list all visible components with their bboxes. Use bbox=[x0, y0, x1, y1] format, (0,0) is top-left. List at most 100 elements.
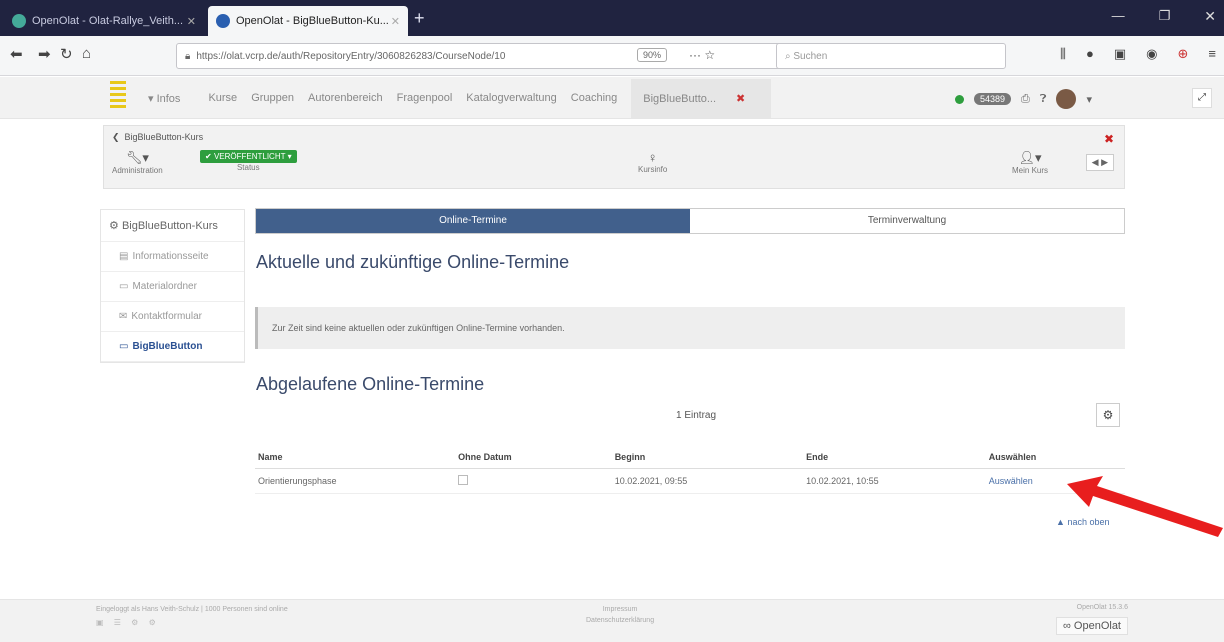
nav-gruppen[interactable]: Gruppen bbox=[251, 92, 294, 104]
nav-katalogverwaltung[interactable]: Katalogverwaltung bbox=[466, 92, 557, 104]
column-header-ende[interactable]: Ende bbox=[803, 446, 986, 469]
help-icon[interactable]: ❓︎ bbox=[1040, 93, 1047, 106]
extension-icon[interactable]: ● bbox=[1086, 46, 1094, 62]
library-icon[interactable]: ⫼ bbox=[1060, 46, 1066, 62]
annotation-arrow-icon bbox=[1067, 476, 1223, 537]
column-header-name[interactable]: Name bbox=[255, 446, 456, 469]
cell-beginn: 10.02.2021, 09:55 bbox=[611, 468, 804, 494]
cell-name: Orientierungsphase bbox=[255, 468, 456, 494]
back-arrow-icon[interactable]: ⬅ bbox=[10, 45, 23, 63]
address-bar[interactable]: 🔒︎ https://olat.vcrp.de/auth/RepositoryE… bbox=[176, 43, 826, 69]
account-icon[interactable]: ◉ bbox=[1146, 46, 1157, 62]
browser-tab-active[interactable]: OpenOlat - BigBlueButton-Ku... ✕ bbox=[208, 6, 408, 36]
browser-tab-bar: OpenOlat - Olat-Rallye_Veith... ✕ OpenOl… bbox=[0, 0, 1224, 36]
search-icon: ⌕ bbox=[785, 50, 794, 62]
zoom-level[interactable]: 90% bbox=[637, 48, 668, 62]
footer-brand: OpenOlat 15.3.6 ∞ OpenOlat bbox=[1056, 604, 1128, 635]
status-badge[interactable]: ✔ VERÖFFENTLICHT ▾ bbox=[200, 150, 297, 163]
sidebar-item-kontaktformular[interactable]: ✉ Kontaktformular bbox=[101, 302, 244, 332]
no-meetings-notice: Zur Zeit sind keine aktuellen oder zukün… bbox=[255, 307, 1125, 349]
avatar[interactable] bbox=[1056, 89, 1077, 109]
sidebar-item-materialordner[interactable]: ▭ Materialordner bbox=[101, 272, 244, 302]
footer-links: Impressum Datenschutzerklärung bbox=[586, 606, 654, 624]
mein-kurs-menu[interactable]: 👤︎▾ Mein Kurs bbox=[1012, 150, 1048, 175]
print-icon[interactable]: ⎙ bbox=[1021, 93, 1030, 106]
online-status-icon[interactable] bbox=[955, 94, 964, 104]
url-text: https://olat.vcrp.de/auth/RepositoryEntr… bbox=[196, 50, 506, 62]
tab-terminverwaltung[interactable]: Terminverwaltung bbox=[690, 209, 1124, 233]
nav-autorenbereich[interactable]: Autorenbereich bbox=[308, 92, 383, 104]
nav-active-course-tab[interactable]: BigBlueButto... ✖ bbox=[631, 78, 772, 118]
page-actions-icon[interactable]: ··· ☆ bbox=[689, 48, 715, 62]
menu-icon[interactable]: ≡ bbox=[1208, 46, 1216, 62]
fullscreen-icon[interactable]: ⤢ bbox=[1192, 88, 1212, 108]
close-course-icon[interactable]: ✖ bbox=[1104, 132, 1114, 146]
sidebar-item-bigbluebutton[interactable]: ▭ BigBlueButton bbox=[101, 332, 244, 362]
minimize-icon[interactable]: — bbox=[1112, 8, 1125, 25]
entry-count: 1 Eintrag bbox=[676, 410, 717, 421]
browser-tab-label: OpenOlat - BigBlueButton-Ku... bbox=[236, 15, 389, 27]
nav-infos[interactable]: ▾ Infos bbox=[148, 92, 194, 105]
cell-ohne-datum bbox=[455, 468, 612, 494]
new-tab-button[interactable]: + bbox=[414, 8, 425, 29]
home-icon[interactable]: ⌂ bbox=[82, 45, 91, 62]
lightbulb-icon: ♀ bbox=[647, 150, 658, 165]
close-tab-icon[interactable]: ✕ bbox=[187, 15, 196, 28]
course-pager[interactable]: ◀ ▶ bbox=[1085, 154, 1114, 171]
openolat-favicon-icon bbox=[216, 14, 230, 28]
column-header-ohne-datum[interactable]: Ohne Datum bbox=[455, 446, 612, 469]
openolat-footer-logo[interactable]: ∞ OpenOlat bbox=[1056, 617, 1128, 635]
gear-icon[interactable]: ⚙ bbox=[1096, 403, 1120, 427]
header-tools: 54389 ⎙ ❓︎ ▾ bbox=[955, 89, 1092, 109]
browser-tab[interactable]: OpenOlat - Olat-Rallye_Veith... ✕ bbox=[4, 6, 204, 36]
datenschutz-link[interactable]: Datenschutzerklärung bbox=[586, 617, 654, 624]
column-header-auswaehlen: Auswählen bbox=[985, 446, 1125, 469]
version-text: OpenOlat 15.3.6 bbox=[1076, 604, 1128, 611]
status-menu[interactable]: ✔ VERÖFFENTLICHT ▾ Status bbox=[200, 150, 297, 172]
cell-ende: 10.02.2021, 10:55 bbox=[803, 468, 986, 494]
past-meetings-heading: Abgelaufene Online-Termine bbox=[256, 374, 485, 394]
close-tab-icon[interactable]: ✕ bbox=[391, 15, 400, 28]
folder-icon: ▭ bbox=[119, 281, 129, 292]
openolat-favicon-icon bbox=[12, 14, 26, 28]
notification-badge[interactable]: 54389 bbox=[974, 93, 1012, 105]
forward-arrow-icon[interactable]: ➡ bbox=[38, 45, 51, 63]
ohne-datum-checkbox bbox=[458, 475, 469, 485]
administration-menu[interactable]: 🔧︎▾ Administration bbox=[112, 150, 163, 175]
nav-coaching[interactable]: Coaching bbox=[571, 92, 617, 104]
chevron-down-icon[interactable]: ▾ bbox=[1086, 93, 1092, 106]
main-tabs: Online-Termine Terminverwaltung bbox=[255, 208, 1125, 234]
table-header-row: Name Ohne Datum Beginn Ende Auswählen bbox=[255, 446, 1125, 469]
sidebar-icon[interactable]: ▣ bbox=[1114, 46, 1126, 62]
page-icon: ▤ bbox=[119, 251, 129, 262]
sidebar-item-root[interactable]: ⚙︎ BigBlueButton-Kurs bbox=[101, 210, 244, 242]
current-meetings-heading: Aktuelle und zukünftige Online-Termine bbox=[256, 252, 570, 272]
addon-icon[interactable]: ⊕ bbox=[1178, 46, 1189, 62]
maximize-icon[interactable]: ❐ bbox=[1159, 8, 1171, 25]
app-header: ▾ Infos Kurse Gruppen Autorenbereich Fra… bbox=[0, 77, 1224, 119]
tab-online-termine[interactable]: Online-Termine bbox=[256, 209, 690, 233]
lock-icon: 🔒︎ bbox=[185, 50, 191, 62]
course-icon: ⚙︎ bbox=[109, 220, 119, 232]
openolat-logo[interactable] bbox=[110, 81, 126, 111]
past-meetings-table: Name Ohne Datum Beginn Ende Auswählen Or… bbox=[255, 446, 1125, 494]
browser-toolbar: ⬅ ➡ ↻ ⌂ 🔒︎ https://olat.vcrp.de/auth/Rep… bbox=[0, 36, 1224, 76]
reload-icon[interactable]: ↻ bbox=[60, 45, 73, 63]
nav-fragenpool[interactable]: Fragenpool bbox=[397, 92, 453, 104]
footer: Eingeloggt als Hans Veith-Schulz | 1000 … bbox=[0, 599, 1224, 642]
close-window-icon[interactable]: ✕ bbox=[1204, 8, 1216, 25]
search-placeholder: Suchen bbox=[793, 50, 828, 62]
impressum-link[interactable]: Impressum bbox=[586, 606, 654, 613]
main-navigation: ▾ Infos Kurse Gruppen Autorenbereich Fra… bbox=[148, 77, 772, 119]
footer-icons[interactable]: ▣ ☰ ⚙ ⚙ bbox=[96, 618, 288, 627]
close-icon[interactable]: ✖ bbox=[736, 93, 745, 105]
monitor-icon: ▭ bbox=[119, 341, 129, 352]
breadcrumb[interactable]: ❮ BigBlueButton-Kurs bbox=[112, 132, 203, 143]
search-input[interactable]: ⌕ Suchen bbox=[776, 43, 1006, 69]
column-header-beginn[interactable]: Beginn bbox=[611, 446, 804, 469]
browser-tab-label: OpenOlat - Olat-Rallye_Veith... bbox=[32, 15, 184, 27]
nav-kurse[interactable]: Kurse bbox=[208, 92, 237, 104]
kursinfo-button[interactable]: ♀ Kursinfo bbox=[638, 150, 667, 174]
footer-login-info: Eingeloggt als Hans Veith-Schulz | 1000 … bbox=[96, 606, 288, 627]
sidebar-item-informationsseite[interactable]: ▤ Informationsseite bbox=[101, 242, 244, 272]
